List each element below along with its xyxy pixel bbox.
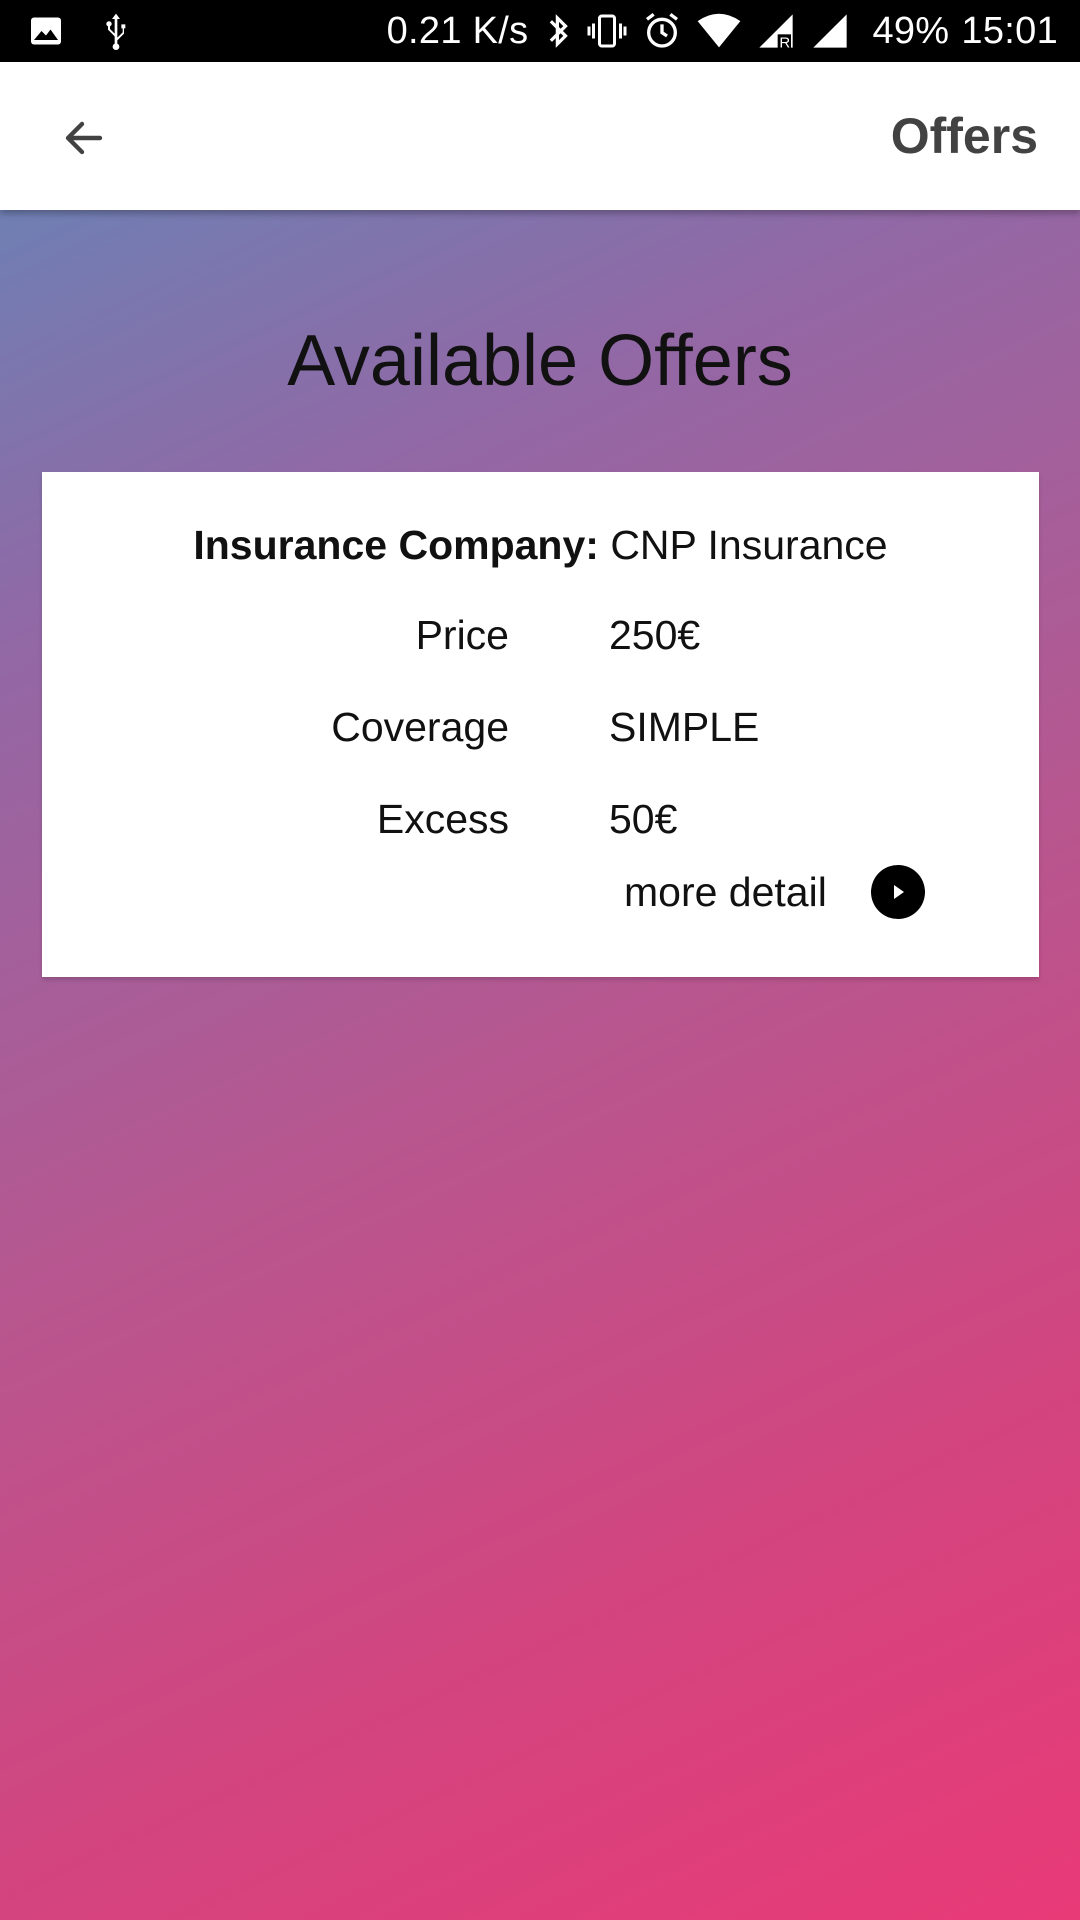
excess-value: 50€	[609, 796, 678, 842]
signal-icon	[810, 11, 850, 51]
excess-row: Excess 50€	[42, 796, 1039, 856]
excess-label: Excess	[376, 796, 509, 842]
coverage-row: Coverage SIMPLE	[42, 704, 1039, 764]
status-bar-left	[28, 0, 146, 62]
price-row: Price 250€	[42, 612, 1039, 672]
price-value: 250€	[609, 612, 701, 658]
usb-icon	[100, 11, 132, 51]
company-label: Insurance Company:	[193, 522, 599, 568]
back-button[interactable]	[52, 106, 116, 170]
more-detail-button[interactable]: more detail	[624, 862, 925, 922]
play-circle-icon[interactable]	[870, 865, 925, 919]
company-value: CNP Insurance	[610, 522, 888, 568]
main-content: Available Offers Insurance Company: CNP …	[0, 210, 1080, 1920]
page-title: Available Offers	[287, 321, 793, 401]
wifi-icon	[696, 11, 742, 51]
price-label: Price	[415, 612, 509, 658]
coverage-label: Coverage	[331, 704, 509, 750]
company-line: Insurance Company: CNP Insurance	[42, 522, 1039, 569]
image-icon	[28, 13, 64, 49]
app-bar: Offers	[0, 62, 1080, 210]
alarm-icon	[642, 11, 682, 51]
arrow-back-icon	[65, 121, 103, 155]
status-bar-right: 0.21 K/s R 49% 15:01	[387, 0, 1058, 62]
coverage-value: SIMPLE	[609, 704, 760, 750]
signal-roaming-icon: R	[756, 11, 796, 51]
svg-text:R: R	[780, 35, 791, 51]
bluetooth-icon	[546, 11, 572, 51]
status-bar: 0.21 K/s R 49% 15:01	[0, 0, 1080, 62]
clock-time: 15:01	[961, 9, 1058, 52]
offer-card: Insurance Company: CNP Insurance Price 2…	[42, 472, 1039, 977]
battery-level: 49%	[872, 9, 950, 52]
more-detail-label: more detail	[624, 868, 827, 915]
network-speed: 0.21 K/s	[386, 9, 529, 52]
vibrate-icon	[586, 11, 628, 51]
app-bar-title: Offers	[890, 108, 1038, 164]
